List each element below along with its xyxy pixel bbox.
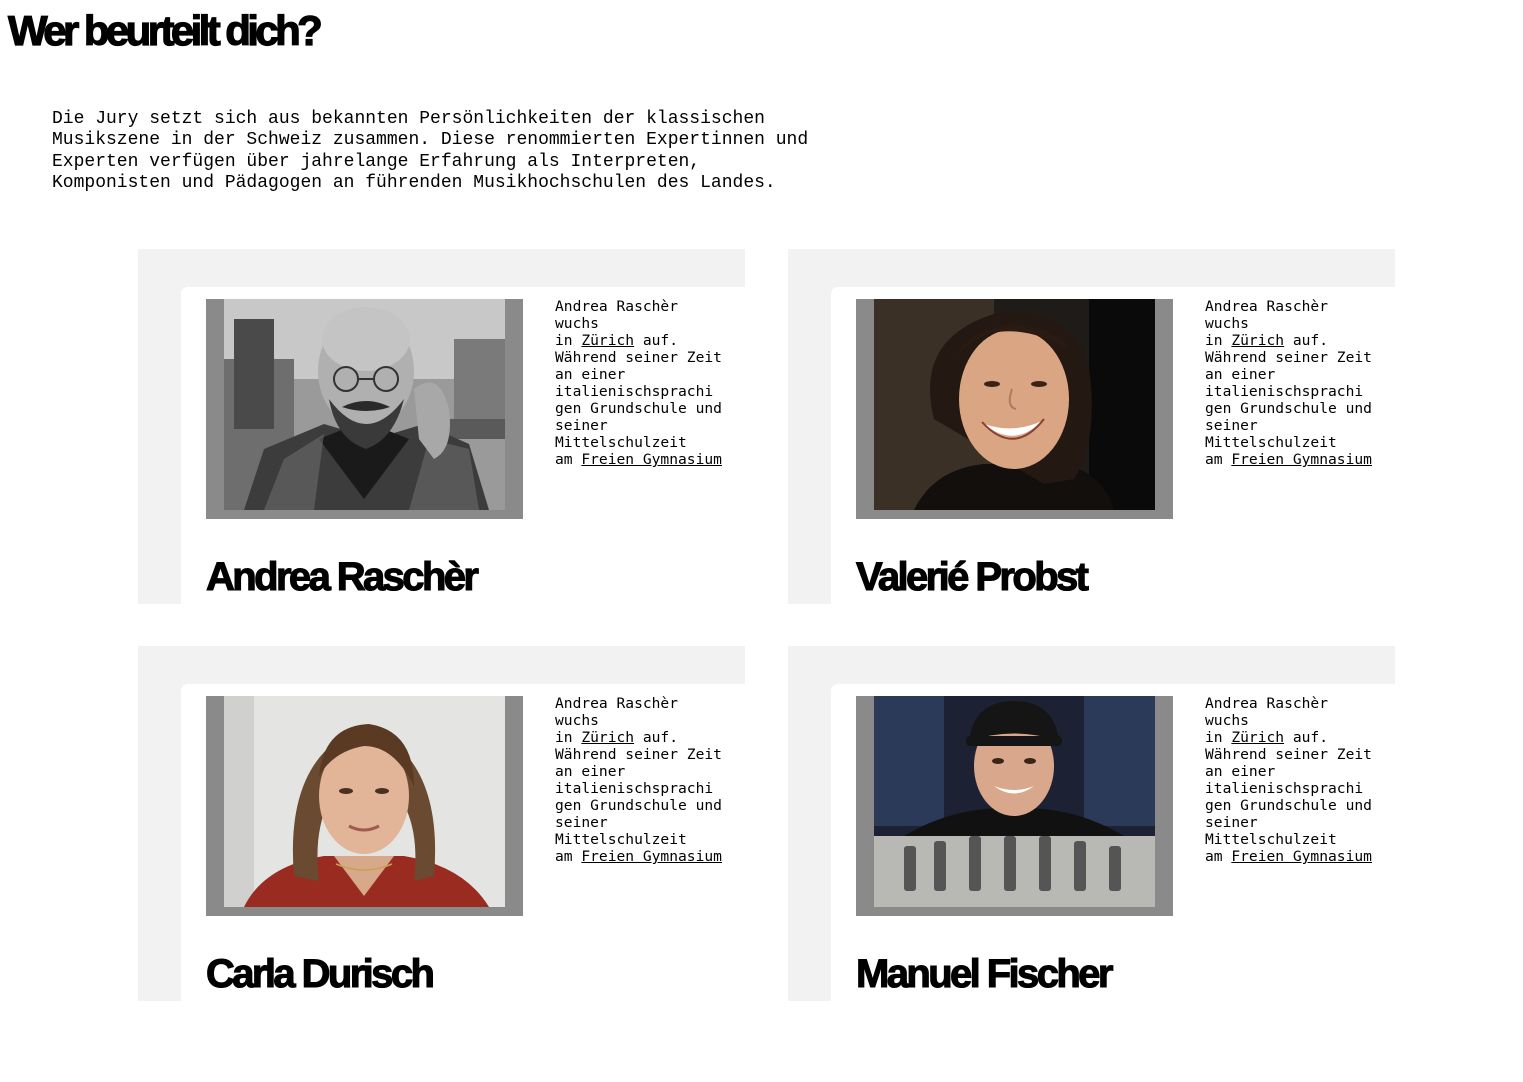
intro-line: Experten verfügen über jahrelange Erfahr… (52, 151, 701, 172)
jury-card-body: Andrea Raschèr wuchs in Zürich auf. Währ… (831, 287, 1395, 604)
bio-line: in Zürich auf. (1205, 729, 1380, 746)
bio-line: Mittelschulzeit (1205, 831, 1337, 848)
bio-line: italienischsprachi (1205, 383, 1364, 400)
bio-line: Während seiner Zeit (555, 746, 722, 763)
bio-line: italienischsprachi (1205, 780, 1364, 797)
bio-line: Andrea Raschèr (555, 298, 679, 315)
bio-line: gen Grundschule und (1205, 797, 1372, 814)
portrait-man-cap-image (874, 696, 1155, 907)
bio-line: an einer (1205, 366, 1276, 383)
bio-text: am (1205, 451, 1232, 468)
photo-frame (206, 696, 523, 916)
bio-line: Mittelschulzeit (555, 434, 687, 451)
bio-line: Mittelschulzeit (555, 831, 687, 848)
bio-line: in Zürich auf. (555, 729, 730, 746)
bio-line: in Zürich auf. (1205, 332, 1380, 349)
bio-line: Während seiner Zeit (555, 349, 722, 366)
freien-gymnasium-link[interactable]: Freien Gymnasium (1231, 451, 1372, 468)
bio-line: italienischsprachi (555, 383, 714, 400)
bio-line: wuchs (555, 315, 599, 332)
bio-text: auf. (634, 729, 679, 746)
photo-frame (856, 696, 1173, 916)
zurich-link[interactable]: Zürich (1231, 729, 1284, 746)
bio-line: Andrea Raschèr (1205, 695, 1329, 712)
freien-gymnasium-link[interactable]: Freien Gymnasium (581, 848, 722, 865)
bio-line: an einer (555, 763, 626, 780)
bio-line: seiner (555, 417, 608, 434)
bio-text: in (1205, 332, 1232, 349)
portrait-woman-smiling-image (874, 299, 1155, 510)
bio-text: am (555, 451, 582, 468)
bio-text: am (555, 848, 582, 865)
jury-member-name: Manuel Fischer (855, 951, 1113, 996)
bio-line: seiner (555, 814, 608, 831)
bio-text: in (1205, 729, 1232, 746)
photo-frame (206, 299, 523, 519)
intro-line: Die Jury setzt sich aus bekannten Persön… (52, 109, 765, 129)
freien-gymnasium-link[interactable]: Freien Gymnasium (581, 451, 722, 468)
bio-line: wuchs (1205, 315, 1249, 332)
jury-card-manuel-fischer: Andrea Raschèr wuchs in Zürich auf. Währ… (788, 646, 1395, 1001)
intro-text: Die Jury setzt sich aus bekannten Persön… (52, 109, 852, 194)
bio-text: in (555, 729, 582, 746)
bio-line: gen Grundschule und (555, 797, 722, 814)
bio-line: am Freien Gymnasium (555, 451, 730, 468)
intro-line: Komponisten und Pädagogen an führenden M… (52, 172, 776, 193)
zurich-link[interactable]: Zürich (581, 332, 634, 349)
jury-bio: Andrea Raschèr wuchs in Zürich auf. Währ… (1205, 298, 1380, 468)
bio-line: Mittelschulzeit (1205, 434, 1337, 451)
bio-line: Während seiner Zeit (1205, 349, 1372, 366)
jury-card-body: Andrea Raschèr wuchs in Zürich auf. Währ… (181, 684, 745, 1001)
bio-line: an einer (1205, 763, 1276, 780)
bio-text: in (555, 332, 582, 349)
portrait-man-bw-image (224, 299, 505, 510)
bio-line: Während seiner Zeit (1205, 746, 1372, 763)
jury-card-body: Andrea Raschèr wuchs in Zürich auf. Währ… (831, 684, 1395, 1001)
jury-bio: Andrea Raschèr wuchs in Zürich auf. Währ… (1205, 695, 1380, 865)
bio-text: auf. (634, 332, 679, 349)
bio-line: wuchs (1205, 712, 1249, 729)
zurich-link[interactable]: Zürich (581, 729, 634, 746)
jury-card-carla-durisch: Andrea Raschèr wuchs in Zürich auf. Währ… (138, 646, 745, 1001)
photo-frame (856, 299, 1173, 519)
bio-line: in Zürich auf. (555, 332, 730, 349)
bio-line: an einer (555, 366, 626, 383)
bio-line: seiner (1205, 814, 1258, 831)
bio-line: am Freien Gymnasium (1205, 451, 1380, 468)
jury-bio: Andrea Raschèr wuchs in Zürich auf. Währ… (555, 695, 730, 865)
freien-gymnasium-link[interactable]: Freien Gymnasium (1231, 848, 1372, 865)
bio-line: italienischsprachi (555, 780, 714, 797)
jury-bio: Andrea Raschèr wuchs in Zürich auf. Währ… (555, 298, 730, 468)
bio-line: Andrea Raschèr (1205, 298, 1329, 315)
jury-member-name: Andrea Raschèr (205, 554, 479, 599)
jury-member-name: Valerié Probst (855, 554, 1089, 599)
zurich-link[interactable]: Zürich (1231, 332, 1284, 349)
bio-line: gen Grundschule und (555, 400, 722, 417)
jury-card-body: Andrea Raschèr wuchs in Zürich auf. Währ… (181, 287, 745, 604)
bio-text: am (1205, 848, 1232, 865)
page-title: Wer beurteilt dich? (7, 6, 323, 54)
bio-line: Andrea Raschèr (555, 695, 679, 712)
bio-text: auf. (1284, 332, 1329, 349)
jury-photo (224, 696, 505, 907)
bio-text: auf. (1284, 729, 1329, 746)
bio-line: am Freien Gymnasium (1205, 848, 1380, 865)
jury-card-valerie-probst: Andrea Raschèr wuchs in Zürich auf. Währ… (788, 249, 1395, 604)
bio-line: am Freien Gymnasium (555, 848, 730, 865)
bio-line: seiner (1205, 417, 1258, 434)
jury-photo (874, 696, 1155, 907)
jury-photo (874, 299, 1155, 510)
jury-card-andrea-rascher: Andrea Raschèr wuchs in Zürich auf. Währ… (138, 249, 745, 604)
bio-line: wuchs (555, 712, 599, 729)
portrait-woman-red-jacket-image (224, 696, 505, 907)
jury-photo (224, 299, 505, 510)
bio-line: gen Grundschule und (1205, 400, 1372, 417)
jury-member-name: Carla Durisch (205, 951, 435, 996)
intro-line: Musikszene in der Schweiz zusammen. Dies… (52, 130, 809, 151)
